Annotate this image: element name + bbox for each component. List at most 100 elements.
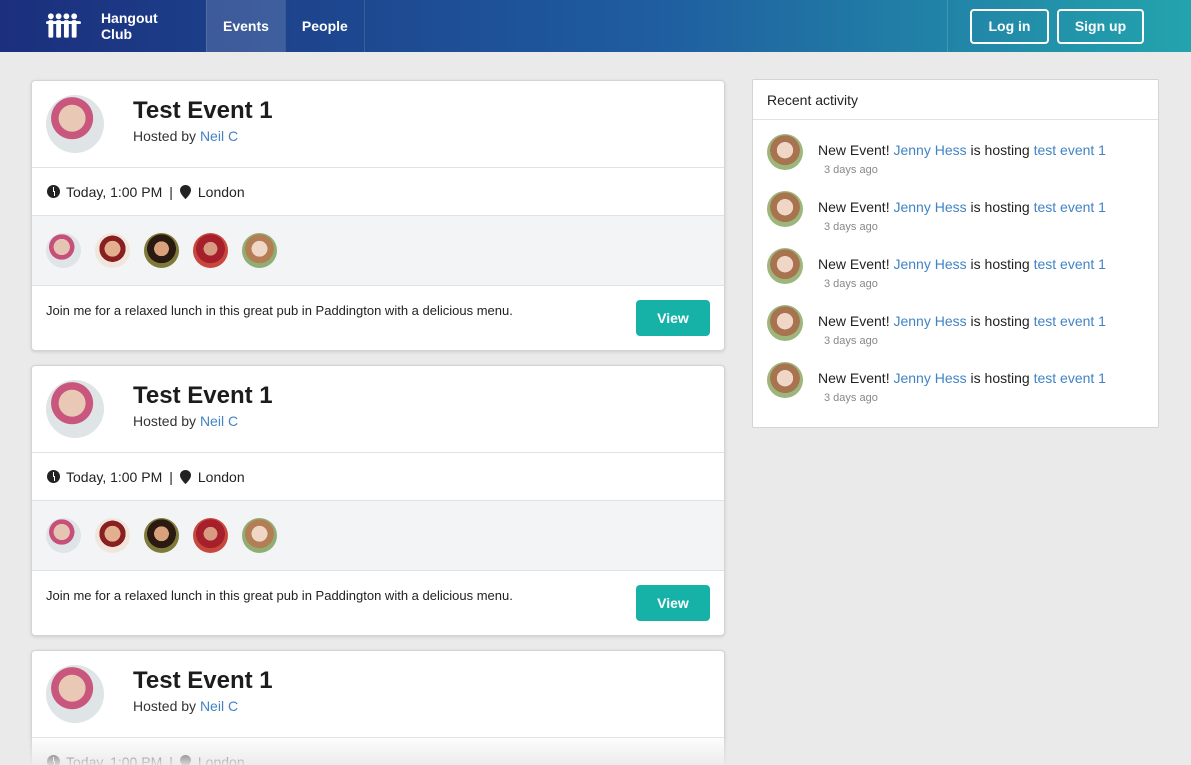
attendee-avatar[interactable] <box>46 518 81 553</box>
activity-event-link[interactable]: test event 1 <box>1034 256 1106 272</box>
people-group-icon <box>46 13 81 38</box>
activity-prefix: New Event! <box>818 313 890 329</box>
activity-verb: is hosting <box>970 142 1030 158</box>
activity-item: New Event! Jenny Hess is hosting test ev… <box>767 191 1147 233</box>
host-avatar[interactable] <box>46 665 104 723</box>
activity-user-link[interactable]: Jenny Hess <box>893 256 966 272</box>
event-venue: London <box>197 468 245 485</box>
activity-time: 3 days ago <box>824 392 878 404</box>
activity-text: New Event! Jenny Hess is hosting test ev… <box>818 142 1106 158</box>
recent-activity-title: Recent activity <box>753 80 1158 120</box>
map-pin-icon <box>179 184 191 199</box>
host-link[interactable]: Neil C <box>200 413 238 429</box>
event-meta: Today, 1:00 PM | London <box>32 453 724 501</box>
clock-icon <box>47 755 60 765</box>
activity-avatar[interactable] <box>767 248 803 284</box>
event-description: Join me for a relaxed lunch in this grea… <box>46 588 513 603</box>
event-host-line: Hosted by Neil C <box>133 413 238 429</box>
map-pin-icon <box>179 754 191 765</box>
event-card: Test Event 1 Hosted by Neil C Today, 1:0… <box>31 80 725 351</box>
attendee-list <box>32 216 724 286</box>
attendee-avatar[interactable] <box>46 233 81 268</box>
host-avatar[interactable] <box>46 380 104 438</box>
event-host-line: Hosted by Neil C <box>133 128 238 144</box>
activity-event-link[interactable]: test event 1 <box>1034 313 1106 329</box>
activity-verb: is hosting <box>970 313 1030 329</box>
view-button[interactable]: View <box>636 585 710 621</box>
meta-separator: | <box>169 183 173 200</box>
activity-event-link[interactable]: test event 1 <box>1034 370 1106 386</box>
attendee-avatar[interactable] <box>242 518 277 553</box>
event-date: Today, 1:00 PM <box>66 753 163 765</box>
attendee-avatar[interactable] <box>193 233 228 268</box>
activity-text: New Event! Jenny Hess is hosting test ev… <box>818 313 1106 329</box>
attendee-avatar[interactable] <box>95 518 130 553</box>
hosted-by-label: Hosted by <box>133 698 197 714</box>
activity-user-link[interactable]: Jenny Hess <box>893 199 966 215</box>
activity-user-link[interactable]: Jenny Hess <box>893 370 966 386</box>
recent-activity-panel: Recent activity New Event! Jenny Hess is… <box>752 79 1159 428</box>
activity-item: New Event! Jenny Hess is hosting test ev… <box>767 134 1147 176</box>
brand-name: Hangout Club <box>100 10 158 42</box>
event-venue: London <box>197 753 245 765</box>
top-nav: Hangout Club Events People Log in Sign u… <box>0 0 1191 52</box>
event-title[interactable]: Test Event 1 <box>133 667 273 695</box>
event-header: Test Event 1 Hosted by Neil C <box>32 651 724 738</box>
activity-avatar[interactable] <box>767 134 803 170</box>
meta-separator: | <box>169 753 173 765</box>
event-date: Today, 1:00 PM <box>66 468 163 485</box>
activity-verb: is hosting <box>970 199 1030 215</box>
event-meta: Today, 1:00 PM | London <box>32 168 724 216</box>
activity-avatar[interactable] <box>767 305 803 341</box>
activity-item: New Event! Jenny Hess is hosting test ev… <box>767 362 1147 404</box>
event-meta: Today, 1:00 PM | London <box>32 738 724 765</box>
login-button[interactable]: Log in <box>970 8 1049 44</box>
signup-button[interactable]: Sign up <box>1057 8 1144 44</box>
activity-text: New Event! Jenny Hess is hosting test ev… <box>818 256 1106 272</box>
activity-avatar[interactable] <box>767 362 803 398</box>
nav-item-events[interactable]: Events <box>206 0 285 52</box>
auth-buttons: Log in Sign up <box>947 0 1191 52</box>
event-description: Join me for a relaxed lunch in this grea… <box>46 303 513 318</box>
attendee-avatar[interactable] <box>95 233 130 268</box>
activity-prefix: New Event! <box>818 199 890 215</box>
activity-time: 3 days ago <box>824 221 878 233</box>
activity-user-link[interactable]: Jenny Hess <box>893 142 966 158</box>
event-footer: Join me for a relaxed lunch in this grea… <box>32 286 724 350</box>
event-host-line: Hosted by Neil C <box>133 698 238 714</box>
hosted-by-label: Hosted by <box>133 128 197 144</box>
event-header: Test Event 1 Hosted by Neil C <box>32 81 724 168</box>
attendee-avatar[interactable] <box>242 233 277 268</box>
meta-separator: | <box>169 468 173 485</box>
activity-time: 3 days ago <box>824 335 878 347</box>
host-avatar[interactable] <box>46 95 104 153</box>
activity-time: 3 days ago <box>824 164 878 176</box>
event-title[interactable]: Test Event 1 <box>133 97 273 125</box>
activity-verb: is hosting <box>970 256 1030 272</box>
event-card: Test Event 1 Hosted by Neil C Today, 1:0… <box>31 365 725 636</box>
nav-item-people[interactable]: People <box>284 0 364 52</box>
activity-prefix: New Event! <box>818 370 890 386</box>
activity-item: New Event! Jenny Hess is hosting test ev… <box>767 248 1147 290</box>
activity-user-link[interactable]: Jenny Hess <box>893 313 966 329</box>
host-link[interactable]: Neil C <box>200 128 238 144</box>
brand[interactable]: Hangout Club <box>0 0 206 52</box>
attendee-avatar[interactable] <box>144 233 179 268</box>
attendee-avatar[interactable] <box>193 518 228 553</box>
attendee-list <box>32 501 724 571</box>
clock-icon <box>47 470 60 483</box>
activity-event-link[interactable]: test event 1 <box>1034 199 1106 215</box>
activity-event-link[interactable]: test event 1 <box>1034 142 1106 158</box>
activity-prefix: New Event! <box>818 256 890 272</box>
host-link[interactable]: Neil C <box>200 698 238 714</box>
event-venue: London <box>197 183 245 200</box>
event-card: Test Event 1 Hosted by Neil C Today, 1:0… <box>31 650 725 765</box>
hosted-by-label: Hosted by <box>133 413 197 429</box>
view-button[interactable]: View <box>636 300 710 336</box>
activity-avatar[interactable] <box>767 191 803 227</box>
activity-verb: is hosting <box>970 370 1030 386</box>
attendee-avatar[interactable] <box>144 518 179 553</box>
event-title[interactable]: Test Event 1 <box>133 382 273 410</box>
activity-text: New Event! Jenny Hess is hosting test ev… <box>818 199 1106 215</box>
activity-time: 3 days ago <box>824 278 878 290</box>
